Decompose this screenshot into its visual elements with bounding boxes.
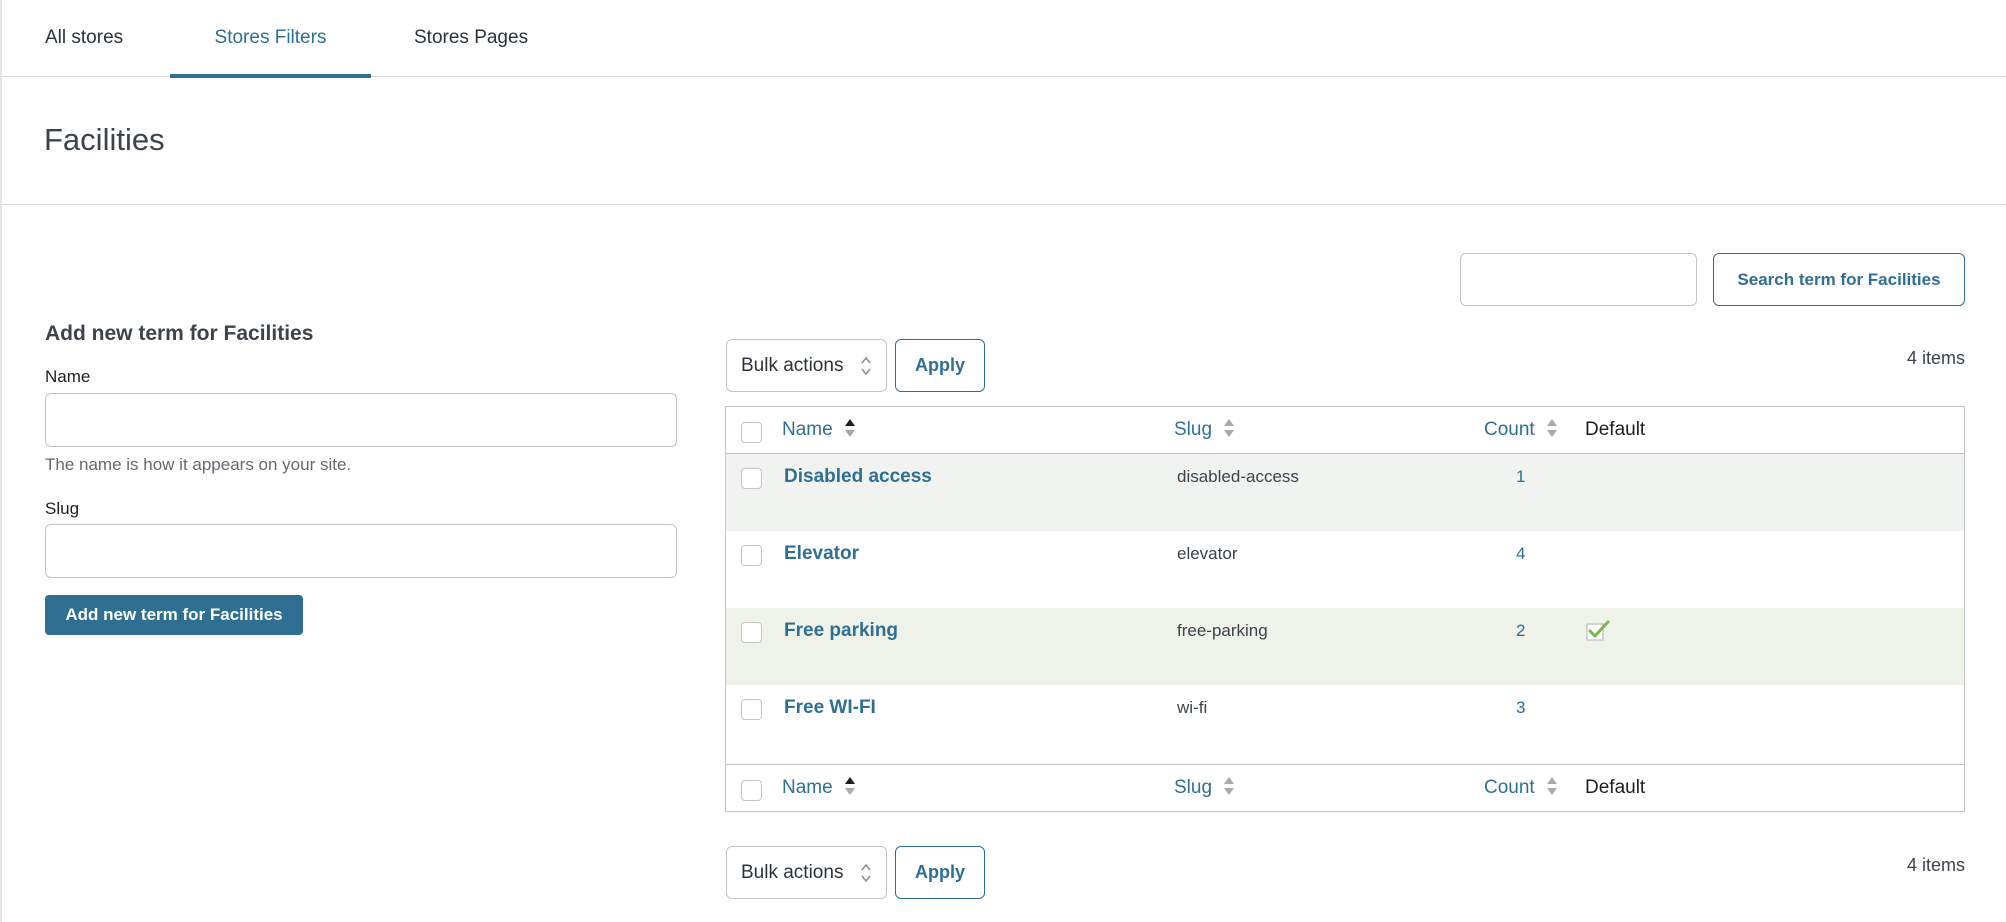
table-row: Free WI-FI wi-fi 3 <box>726 685 1964 762</box>
table-row: Elevator elevator 4 <box>726 531 1964 608</box>
term-count-link[interactable]: 1 <box>1516 467 1525 487</box>
row-checkbox[interactable] <box>741 545 762 566</box>
title-bar: Facilities <box>0 78 2006 205</box>
sort-icon <box>1546 777 1557 796</box>
apply-button-bottom[interactable]: Apply <box>895 846 985 899</box>
tab-all-stores[interactable]: All stores <box>45 0 123 77</box>
column-footer-slug[interactable]: Slug <box>1174 777 1235 799</box>
column-slug-label: Slug <box>1174 777 1213 798</box>
column-header-default: Default <box>1585 419 1646 440</box>
column-count-label: Count <box>1484 419 1535 440</box>
row-checkbox[interactable] <box>741 699 762 720</box>
term-slug: disabled-access <box>1177 467 1299 486</box>
term-name-link[interactable]: Free parking <box>784 620 898 642</box>
apply-button[interactable]: Apply <box>895 339 985 392</box>
terms-table: Name Slug Count Default Disabled access … <box>725 406 1965 812</box>
slug-field[interactable] <box>45 524 677 578</box>
column-count-label: Count <box>1484 777 1535 798</box>
column-slug-label: Slug <box>1174 419 1213 440</box>
name-help-text: The name is how it appears on your site. <box>45 455 352 474</box>
select-updown-icon <box>861 356 871 376</box>
term-name-link[interactable]: Elevator <box>784 543 859 565</box>
select-updown-icon <box>861 863 871 883</box>
column-header-count[interactable]: Count <box>1484 419 1558 441</box>
column-footer-default: Default <box>1585 777 1646 798</box>
bulk-actions-value: Bulk actions <box>741 355 844 376</box>
select-all-checkbox[interactable] <box>741 422 762 443</box>
name-field[interactable] <box>45 393 677 447</box>
bulk-actions-select-bottom[interactable]: Bulk actions <box>726 846 887 899</box>
bulk-actions-select[interactable]: Bulk actions <box>726 339 887 392</box>
sort-icon <box>1546 419 1557 438</box>
sort-icon <box>844 777 855 796</box>
tab-stores-pages[interactable]: Stores Pages <box>414 0 528 77</box>
page-title: Facilities <box>44 122 165 157</box>
term-count-link[interactable]: 3 <box>1516 698 1525 718</box>
table-header: Name Slug Count Default <box>726 407 1964 454</box>
select-all-checkbox-footer[interactable] <box>741 780 762 801</box>
name-label: Name <box>45 367 91 386</box>
slug-label: Slug <box>45 499 80 518</box>
sort-icon <box>844 419 855 438</box>
term-slug: wi-fi <box>1177 698 1208 717</box>
term-slug: free-parking <box>1177 621 1268 640</box>
bulk-actions-value: Bulk actions <box>741 862 844 883</box>
table-row: Disabled access disabled-access 1 <box>726 454 1964 531</box>
table-row: Free parking free-parking 2 <box>726 608 1964 685</box>
search-button[interactable]: Search term for Facilities <box>1713 253 1965 306</box>
items-count: 4 items <box>1906 348 1965 368</box>
add-term-button[interactable]: Add new term for Facilities <box>45 595 303 635</box>
column-name-label: Name <box>782 777 833 798</box>
sort-icon <box>1224 419 1235 438</box>
term-name-link[interactable]: Free WI-FI <box>784 697 876 719</box>
sort-icon <box>1224 777 1235 796</box>
row-checkbox[interactable] <box>741 468 762 489</box>
column-header-name[interactable]: Name <box>782 419 856 441</box>
row-checkbox[interactable] <box>741 622 762 643</box>
term-count-link[interactable]: 4 <box>1516 544 1525 564</box>
column-footer-count[interactable]: Count <box>1484 777 1558 799</box>
term-count-link[interactable]: 2 <box>1516 621 1525 641</box>
add-term-heading: Add new term for Facilities <box>45 322 314 345</box>
default-check-icon <box>1586 620 1610 641</box>
term-slug: elevator <box>1177 544 1238 563</box>
tab-stores-filters[interactable]: Stores Filters <box>170 0 371 78</box>
table-footer: Name Slug Count Default <box>726 764 1964 811</box>
term-name-link[interactable]: Disabled access <box>784 466 932 488</box>
search-input[interactable] <box>1460 253 1697 306</box>
tab-bar: All stores Stores Filters Stores Pages <box>0 0 2006 78</box>
column-name-label: Name <box>782 419 833 440</box>
column-footer-name[interactable]: Name <box>782 777 856 799</box>
column-header-slug[interactable]: Slug <box>1174 419 1235 441</box>
items-count-bottom: 4 items <box>1906 855 1965 875</box>
